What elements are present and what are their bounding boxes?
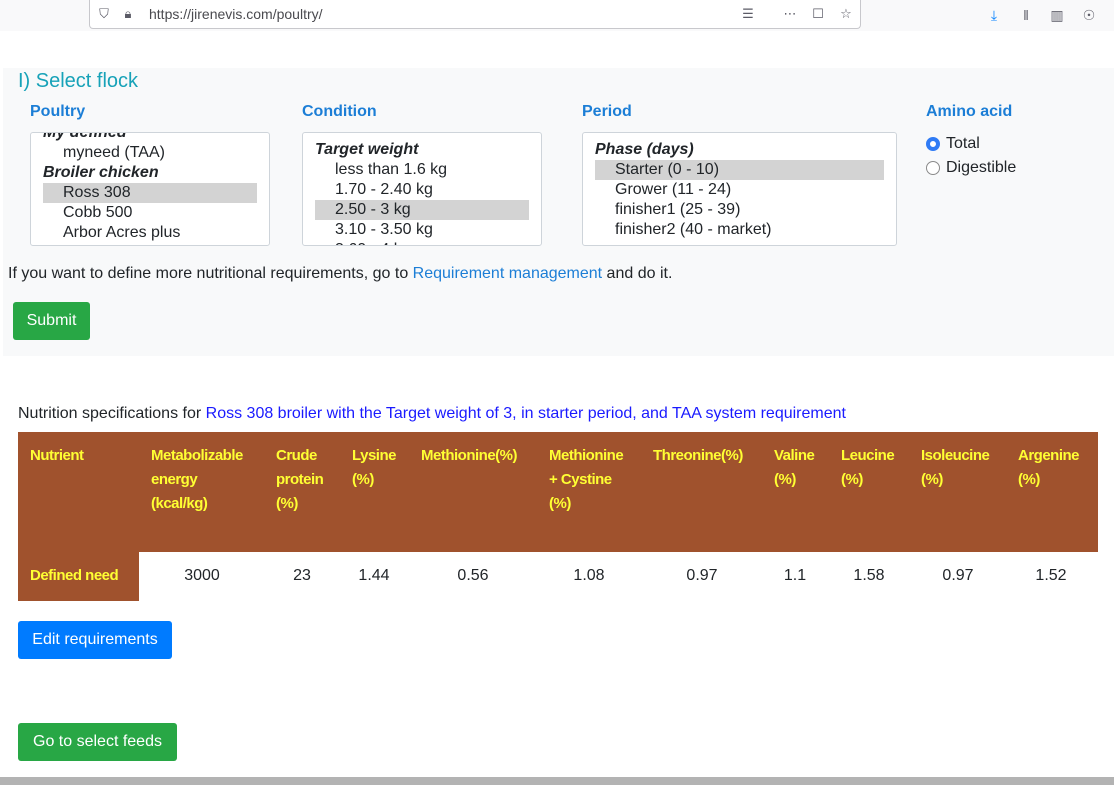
column-header: Nutrient	[30, 444, 84, 468]
option-group-label: Phase (days)	[595, 141, 694, 158]
list-option[interactable]: Ross 308	[43, 183, 257, 203]
column-header: Threonine(%)	[653, 444, 743, 468]
option-group-label: My defined	[43, 132, 127, 141]
table-cell: 0.97	[942, 567, 974, 584]
column-header: Metabolizable energy (kcal/kg)	[151, 444, 243, 516]
list-option[interactable]: Grower (11 - 24)	[595, 180, 884, 200]
column-header-line: Argenine	[1018, 447, 1080, 464]
condition-label: Condition	[302, 103, 377, 120]
select-feeds-button[interactable]: Go to select feeds	[18, 723, 177, 761]
option-group-label: Target weight	[315, 141, 419, 158]
column-header-line: (%)	[774, 471, 796, 488]
column-header: Methionine + Cystine (%)	[549, 444, 624, 516]
list-option[interactable]: 3.60 - 4 kg	[315, 240, 529, 245]
list-option[interactable]: finisher2 (40 - market)	[595, 220, 884, 240]
column-header-line: (%)	[921, 471, 943, 488]
column-header-line: Crude	[276, 447, 317, 464]
column-header-line: Methionine(%)	[421, 447, 518, 464]
table-cell: 1.1	[783, 567, 807, 584]
column-header-line: (%)	[352, 471, 374, 488]
more-icon[interactable]: ⋯	[782, 6, 798, 22]
info-text: If you want to define more nutritional r…	[8, 265, 673, 282]
column-header-line: Lysine	[352, 447, 396, 464]
condition-listbox[interactable]: Target weight less than 1.6 kg 1.70 - 2.40…	[302, 132, 542, 246]
table-cell: 0.56	[457, 567, 489, 584]
section-title: I) Select flock	[18, 70, 139, 92]
column-header: Valine (%)	[774, 444, 815, 492]
option-group-label: Broiler chicken	[43, 164, 159, 181]
lock-icon[interactable]: 🔒︎	[120, 6, 136, 22]
url-text[interactable]: https://jirenevis.com/poultry/	[149, 6, 323, 22]
row-label: Defined need	[30, 567, 119, 584]
column-header-line: (%)	[1018, 471, 1040, 488]
radio-unchecked-icon[interactable]	[926, 161, 940, 175]
amino-digestible-radio[interactable]: Digestible	[926, 158, 1046, 178]
sidebar-icon[interactable]: ▥	[1048, 6, 1066, 24]
list-option[interactable]: Hubbard	[43, 243, 257, 245]
column-header-line: Isoleucine	[921, 447, 990, 464]
column-header-line: Methionine	[549, 447, 624, 464]
table-cell: 3000	[184, 567, 220, 584]
list-option[interactable]: 1.70 - 2.40 kg	[315, 180, 529, 200]
table-cell: 1.08	[573, 567, 605, 584]
url-bar[interactable]: ⛉ 🔒︎ https://jirenevis.com/poultry/ ☰ ⋯ …	[89, 0, 861, 29]
bottom-scrollbar[interactable]	[0, 777, 1114, 785]
shield-icon[interactable]: ⛉	[96, 6, 112, 22]
column-header: Lysine (%)	[352, 444, 396, 492]
spec-heading: Nutrition specifications for Ross 308 br…	[18, 405, 846, 422]
column-header-line: energy	[151, 471, 198, 488]
table-cell: 0.97	[686, 567, 718, 584]
poultry-label: Poultry	[30, 103, 86, 120]
column-header-line: protein	[276, 471, 324, 488]
column-header-line: Threonine(%)	[653, 447, 743, 464]
table-cell: 1.44	[358, 567, 390, 584]
requirement-management-link[interactable]: Requirement management	[413, 265, 602, 282]
amino-total-radio[interactable]: Total	[926, 134, 1046, 154]
column-header: Leucine (%)	[841, 444, 895, 492]
column-header-line: Metabolizable	[151, 447, 243, 464]
reader-view-icon[interactable]: ☰	[740, 6, 756, 22]
column-header-line: Nutrient	[30, 447, 84, 464]
radio-checked-icon[interactable]	[926, 137, 940, 151]
column-header: Isoleucine (%)	[921, 444, 990, 492]
column-header-line: + Cystine	[549, 471, 612, 488]
list-option[interactable]: 2.50 - 3 kg	[315, 200, 529, 220]
column-header-line: (%)	[841, 471, 863, 488]
table-cell: 23	[293, 567, 311, 584]
browser-toolbar: ⛉ 🔒︎ https://jirenevis.com/poultry/ ☰ ⋯ …	[0, 0, 1114, 31]
pocket-icon[interactable]: ☐	[810, 6, 826, 22]
list-option[interactable]: 3.10 - 3.50 kg	[315, 220, 529, 240]
table-cell: 1.58	[853, 567, 885, 584]
library-icon[interactable]: ‖	[1017, 6, 1035, 24]
spec-highlight: Ross 308 broiler with the Target weight …	[205, 405, 846, 422]
list-option[interactable]: Starter (0 - 10)	[595, 160, 884, 180]
list-option[interactable]: less than 1.6 kg	[315, 160, 529, 180]
poultry-listbox[interactable]: My defined myneed (TAA) Broiler chicken Ros…	[30, 132, 270, 246]
column-header-line: Valine	[774, 447, 815, 464]
column-header: Methionine(%)	[421, 444, 518, 468]
extension-icon[interactable]: ☉	[1080, 6, 1098, 24]
download-icon[interactable]: ⤓	[985, 6, 1003, 24]
amino-acid-label: Amino acid	[926, 103, 1013, 120]
submit-button[interactable]: Submit	[13, 302, 90, 340]
bookmark-star-icon[interactable]: ☆	[838, 6, 854, 22]
column-header-line: (%)	[276, 495, 298, 512]
column-header: Crude protein (%)	[276, 444, 324, 516]
column-header-line: (%)	[549, 495, 571, 512]
period-listbox[interactable]: Phase (days) Starter (0 - 10) Grower (11 -…	[582, 132, 897, 246]
edit-requirements-button[interactable]: Edit requirements	[18, 621, 172, 659]
column-header-line: (kcal/kg)	[151, 495, 208, 512]
column-header: Argenine (%)	[1018, 444, 1080, 492]
period-label: Period	[582, 103, 632, 120]
table-cell: 1.52	[1035, 567, 1067, 584]
list-option[interactable]: finisher1 (25 - 39)	[595, 200, 884, 220]
list-option[interactable]: Cobb 500	[43, 203, 257, 223]
nutrition-table: Nutrient Metabolizable energy (kcal/kg) Crud…	[18, 432, 1098, 601]
list-option[interactable]: Arbor Acres plus	[43, 223, 257, 243]
column-header-line: Leucine	[841, 447, 895, 464]
list-option[interactable]: myneed (TAA)	[43, 143, 257, 163]
